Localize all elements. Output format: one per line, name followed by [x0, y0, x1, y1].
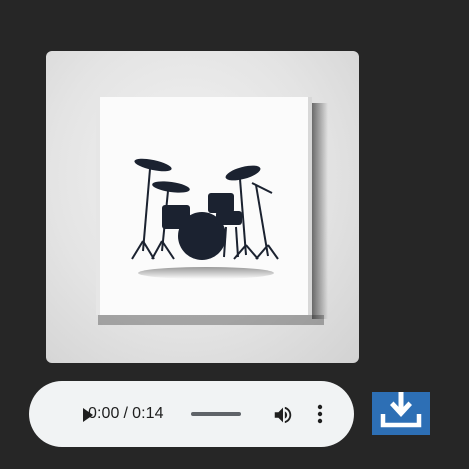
- more-vert-icon: [317, 404, 323, 424]
- progress-slider[interactable]: [191, 412, 241, 416]
- album-art: [46, 51, 359, 363]
- time-display: 0:00/0:14: [88, 404, 164, 424]
- volume-icon: [274, 406, 292, 424]
- download-icon: [380, 392, 422, 428]
- current-time: 0:00: [88, 405, 120, 422]
- drum-kit-artwork: [96, 97, 328, 325]
- volume-button[interactable]: [272, 404, 294, 426]
- more-options-button[interactable]: [315, 403, 325, 425]
- download-button[interactable]: [372, 392, 430, 435]
- audio-player: 0:00/0:14: [29, 381, 354, 447]
- page: 0:00/0:14: [0, 0, 469, 469]
- time-separator: /: [123, 405, 129, 422]
- duration: 0:14: [132, 405, 164, 422]
